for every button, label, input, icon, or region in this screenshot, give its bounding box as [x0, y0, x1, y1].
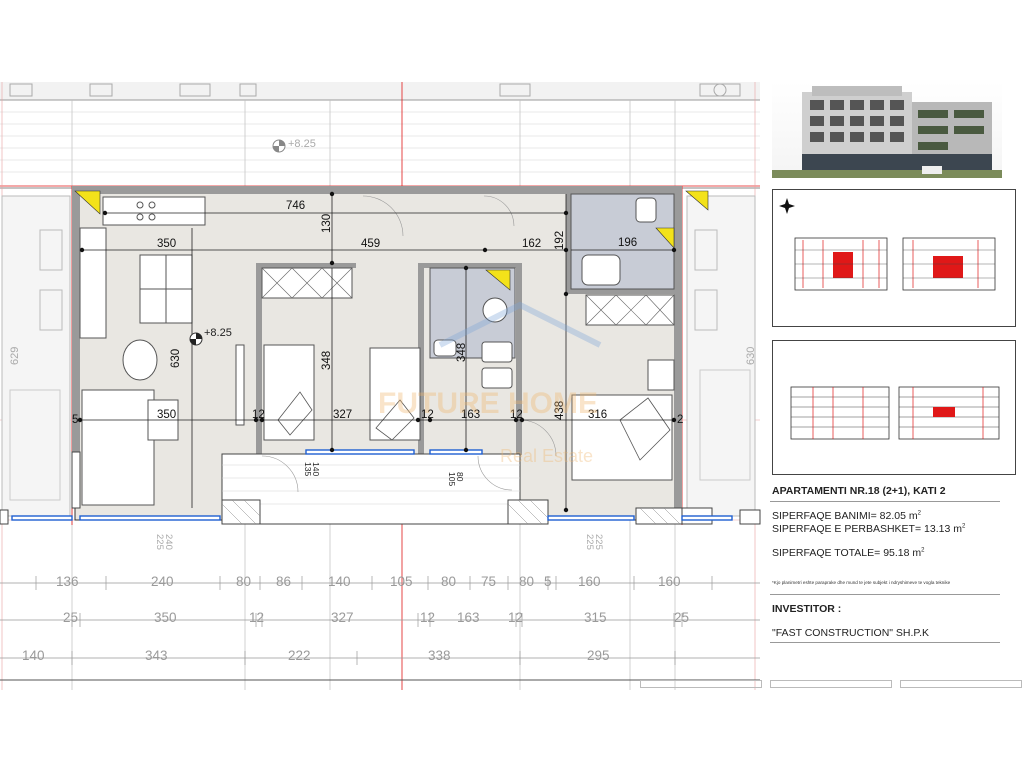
elevation-key-frame [772, 340, 1016, 475]
row1-160-a: 160 [578, 574, 601, 589]
footer-strip [640, 680, 1024, 688]
dim-348-bath: 348 [456, 343, 468, 362]
row1-5: 5 [544, 574, 552, 589]
row2-12-c: 12 [508, 610, 523, 625]
row2-350: 350 [154, 610, 177, 625]
area-shared-label: SIPERFAQE E PERBASHKET= [772, 523, 922, 535]
row1-160-b: 160 [658, 574, 681, 589]
dim-350-top: 350 [157, 238, 176, 250]
dimension-row-lines [0, 582, 760, 659]
row1-75: 75 [481, 574, 496, 589]
dim-192: 192 [554, 231, 566, 250]
row1-80-b: 80 [441, 574, 456, 589]
investor-name: "FAST CONSTRUCTION" SH.P.K [772, 627, 930, 639]
row1-140: 140 [328, 574, 351, 589]
key-plan-left [794, 237, 888, 291]
dim-348-bedroom: 348 [321, 351, 333, 370]
terrace-hatch-top [0, 111, 760, 173]
dimension-row-2: 25 350 12 327 12 163 12 315 25 [63, 610, 689, 625]
floor-plan: +8.25 +8.25 746 130 350 459 162 192 196 … [0, 82, 761, 690]
dim-746: 746 [286, 200, 305, 212]
watermark-line1: FUTURE HOME [378, 387, 598, 420]
title-divider [770, 501, 1000, 502]
dimension-row-1: 136 240 80 86 140 105 80 75 80 5 160 160 [56, 574, 681, 589]
dim-162: 162 [522, 238, 541, 250]
area-living-value: 82.05 m [879, 510, 918, 522]
dim-2: 2 [677, 414, 683, 426]
dim-630-right: 630 [745, 347, 757, 365]
area-living-label: SIPERFAQE BANIMI= [772, 510, 877, 522]
row3-343: 343 [145, 648, 168, 663]
balcony [221, 453, 521, 525]
row1-86: 86 [276, 574, 291, 589]
area-living-row: SIPERFAQE BANIMI= 82.05 m2 [772, 510, 921, 522]
win-225-c: 225 [584, 534, 595, 550]
area-living-unit: 2 [917, 510, 921, 517]
row1-80-c: 80 [519, 574, 534, 589]
elevation-left [790, 386, 890, 440]
compass-icon [779, 198, 795, 214]
win-225-a: 225 [154, 534, 165, 550]
elevation-label-living: +8.25 [204, 327, 232, 339]
dim-5: 5 [72, 414, 78, 426]
row1-105: 105 [390, 574, 413, 589]
row2-315: 315 [584, 610, 607, 625]
elevation-marker-top: +8.25 [272, 138, 316, 153]
dim-630: 630 [170, 349, 182, 368]
sofa [81, 389, 155, 506]
row3-140: 140 [22, 648, 45, 663]
area-shared-row: SIPERFAQE E PERBASHKET= 13.13 m2 [772, 523, 965, 535]
row3-338: 338 [428, 648, 451, 663]
upper-neighbor-strip [0, 82, 760, 100]
dim-350-mid: 350 [157, 409, 176, 421]
dim-12-a: 12 [252, 409, 265, 421]
dimension-row-3: 140 343 222 338 295 [22, 648, 610, 663]
watermark-line2: Real Estate [500, 446, 593, 466]
row2-163: 163 [457, 610, 480, 625]
area-shared-value: 13.13 m [924, 523, 962, 535]
disclaimer-note: *Kjo planimetri eshte paraprake dhe mund… [772, 580, 951, 585]
area-total-unit: 2 [921, 547, 925, 554]
row2-12-a: 12 [249, 610, 264, 625]
area-total-row: SIPERFAQE TOTALE= 95.18 m2 [772, 547, 924, 559]
row1-80-a: 80 [236, 574, 251, 589]
key-plan-right [902, 237, 996, 291]
dim-196: 196 [618, 237, 637, 249]
row3-295: 295 [587, 648, 610, 663]
row1-240: 240 [151, 574, 174, 589]
row2-25-a: 25 [63, 610, 78, 625]
apartment-title: APARTAMENTI NR.18 (2+1), KATI 2 [772, 485, 946, 497]
area-total-label: SIPERFAQE TOTALE= [772, 547, 881, 559]
win-105: 105 [447, 472, 457, 486]
row3-222: 222 [288, 648, 311, 663]
bottom-divider [770, 642, 1000, 643]
floor-key-plan-frame [772, 189, 1016, 327]
win-135: 135 [303, 462, 313, 476]
wardrobe-2 [585, 294, 675, 326]
armchair [122, 339, 158, 381]
dim-130: 130 [321, 214, 333, 233]
kitchen-counter [102, 196, 206, 226]
row1-136: 136 [56, 574, 79, 589]
elevation-right [898, 386, 1000, 440]
investor-divider [770, 594, 1000, 595]
row2-327: 327 [331, 610, 354, 625]
dim-459: 459 [361, 238, 380, 250]
row2-25-b: 25 [674, 610, 689, 625]
elevation-label-top: +8.25 [288, 138, 316, 150]
row2-12-b: 12 [420, 610, 435, 625]
dim-629: 629 [9, 347, 21, 365]
area-total-value: 95.18 m [883, 547, 922, 559]
investor-heading: INVESTITOR : [772, 603, 842, 615]
area-shared-unit: 2 [961, 523, 966, 530]
dim-327: 327 [333, 409, 352, 421]
building-render [772, 82, 1002, 178]
